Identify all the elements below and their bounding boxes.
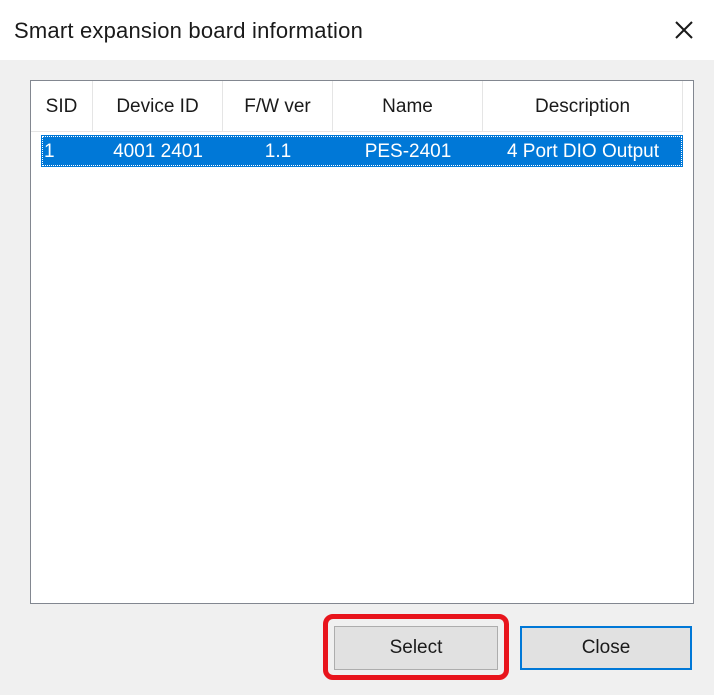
cell-sid: 1 [44, 141, 55, 162]
column-header-sid[interactable]: SID [31, 81, 93, 131]
cell-name: PES-2401 [364, 141, 452, 162]
board-list[interactable]: SID Device ID F/W ver Name Description 1… [30, 80, 694, 604]
close-icon-glyph [675, 21, 693, 39]
close-button[interactable]: Close [520, 626, 692, 670]
cell-description: 4 Port DIO Output [506, 141, 660, 162]
close-icon[interactable] [668, 14, 700, 46]
column-header-description[interactable]: Description [483, 81, 683, 131]
table-row[interactable]: 1 4001 2401 1.1 PES-2401 4 Port DIO Outp… [41, 135, 683, 167]
cell-fw-ver: 1.1 [264, 141, 292, 162]
column-header-fw-ver[interactable]: F/W ver [223, 81, 333, 131]
cell-device-id: 4001 2401 [113, 141, 203, 162]
select-button[interactable]: Select [334, 626, 498, 670]
list-header: SID Device ID F/W ver Name Description [31, 81, 683, 132]
column-header-device-id[interactable]: Device ID [93, 81, 223, 131]
column-header-name[interactable]: Name [333, 81, 483, 131]
dialog-window: Smart expansion board information SID De… [0, 0, 714, 695]
title-bar: Smart expansion board information [0, 0, 714, 60]
window-title: Smart expansion board information [14, 18, 364, 43]
